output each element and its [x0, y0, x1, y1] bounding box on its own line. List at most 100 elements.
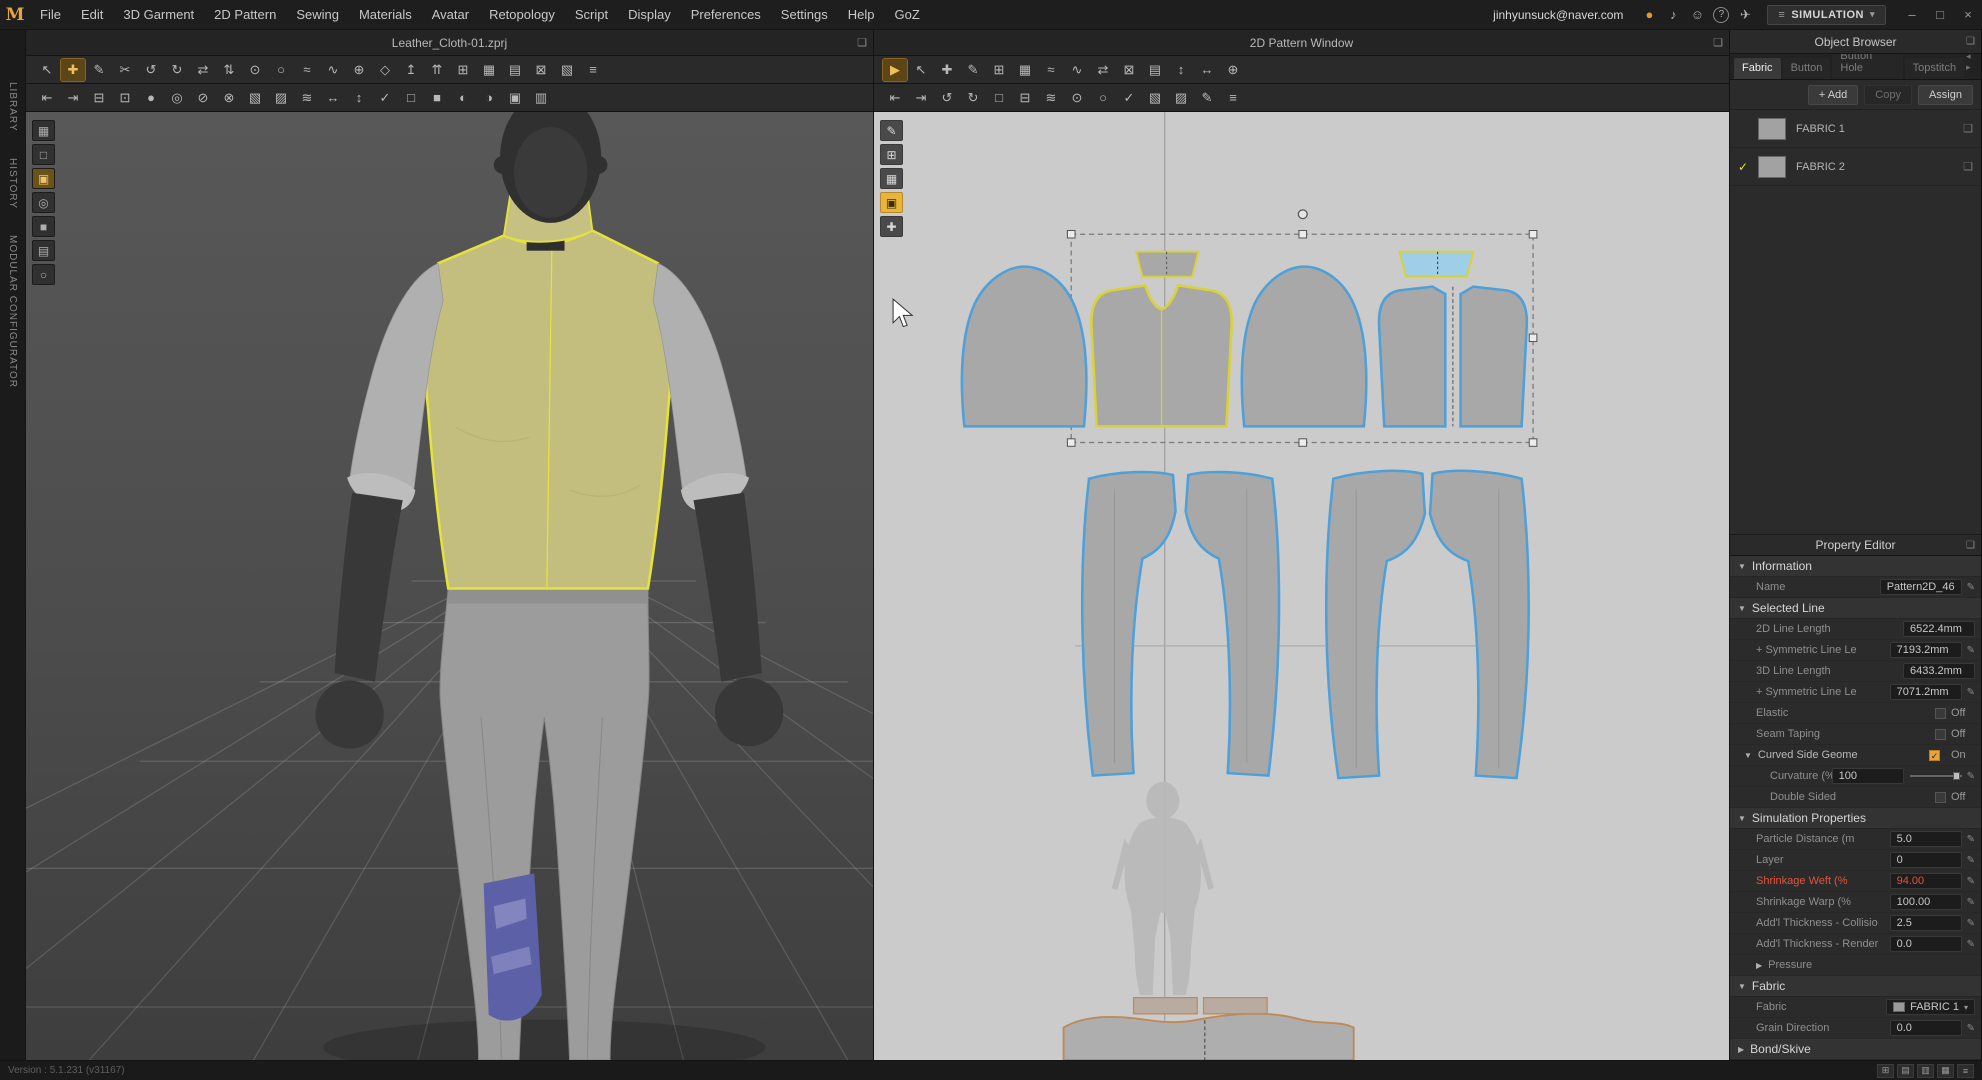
- section-header-information[interactable]: ▼Information: [1730, 556, 1981, 577]
- pin-icon[interactable]: ⊙: [243, 59, 267, 81]
- layout-list-icon[interactable]: ≡: [1957, 1064, 1974, 1078]
- property-value[interactable]: 6433.2mm: [1903, 663, 1975, 679]
- property-value[interactable]: 0: [1890, 852, 1962, 868]
- show-light-icon[interactable]: ○: [32, 264, 55, 285]
- pattern-piece-waistband-left[interactable]: [1134, 998, 1198, 1014]
- vertical-measure-icon[interactable]: ↕: [1169, 59, 1193, 81]
- erase-sewing-icon[interactable]: ⊠: [1117, 59, 1141, 81]
- frame-icon[interactable]: □: [399, 87, 423, 109]
- select-tool-icon[interactable]: ↖: [35, 59, 59, 81]
- edit-pencil-icon[interactable]: ✎: [1967, 1023, 1975, 1034]
- rectangle-icon[interactable]: ▦: [1013, 59, 1037, 81]
- show-pattern-icon[interactable]: ▦: [880, 168, 903, 189]
- layout-quad-icon[interactable]: ▦: [1937, 1064, 1954, 1078]
- layout-grid-icon[interactable]: ⊞: [1877, 1064, 1894, 1078]
- side-tab-modular-configurator[interactable]: MODULAR CONFIGURATOR: [7, 235, 18, 388]
- show-grid-2d-icon[interactable]: ⊞: [880, 144, 903, 165]
- side-tab-history[interactable]: HISTORY: [7, 158, 18, 209]
- slider-handle[interactable]: [1953, 772, 1960, 780]
- property-input[interactable]: Pattern2D_46: [1880, 579, 1962, 595]
- popout-icon[interactable]: ❏: [1713, 36, 1723, 49]
- board-icon[interactable]: ▣: [503, 87, 527, 109]
- property-value[interactable]: 94.00: [1890, 873, 1962, 889]
- tack-icon[interactable]: ⊕: [347, 59, 371, 81]
- dot-box-icon[interactable]: ⊡: [113, 87, 137, 109]
- menu-retopology[interactable]: Retopology: [479, 7, 565, 22]
- checkbox-off-icon[interactable]: [1935, 729, 1946, 740]
- rotate-cw-icon[interactable]: ↻: [165, 59, 189, 81]
- lift-garment-icon[interactable]: ↥: [399, 59, 423, 81]
- menu-help[interactable]: Help: [838, 7, 885, 22]
- panel-icon[interactable]: ▥: [529, 87, 553, 109]
- minimize-button[interactable]: –: [1898, 0, 1926, 30]
- checkbox-on-icon[interactable]: ✓: [1929, 750, 1940, 761]
- swap-sewing-icon[interactable]: ⇄: [1091, 59, 1115, 81]
- checkbox-off-icon[interactable]: [1935, 792, 1946, 803]
- menu-2d-pattern[interactable]: 2D Pattern: [204, 7, 286, 22]
- half-left-icon[interactable]: ◐: [451, 87, 475, 109]
- section-header-bond-skive[interactable]: ▶Bond/Skive: [1730, 1039, 1981, 1060]
- edit-pencil-icon[interactable]: ✎: [1967, 687, 1975, 698]
- triangle-icon[interactable]: ▶: [1756, 961, 1762, 970]
- horizontal-measure-icon[interactable]: ↔: [1195, 59, 1219, 81]
- property-value[interactable]: 100: [1832, 768, 1904, 784]
- share-icon[interactable]: ✈: [1733, 5, 1757, 25]
- section-header-selected-line[interactable]: ▼Selected Line: [1730, 598, 1981, 619]
- popout-icon[interactable]: ❏: [1966, 36, 1975, 47]
- loop-icon[interactable]: ○: [1091, 87, 1115, 109]
- move-tool-icon[interactable]: ✚: [61, 59, 85, 81]
- edit-pencil-icon[interactable]: ✎: [1967, 939, 1975, 950]
- pattern-piece-collar-right[interactable]: [1399, 252, 1473, 277]
- edit-pencil-icon[interactable]: ✎: [1967, 876, 1975, 887]
- section-header-fabric[interactable]: ▼Fabric: [1730, 976, 1981, 997]
- stretch-v-icon[interactable]: ↕: [347, 87, 371, 109]
- fabric-link-icon[interactable]: ❏: [1963, 160, 1973, 173]
- flip-horizontal-icon[interactable]: ⇄: [191, 59, 215, 81]
- show-mesh-icon[interactable]: ▤: [32, 240, 55, 261]
- edit-pencil-icon[interactable]: ✎: [1967, 897, 1975, 908]
- menu-sewing[interactable]: Sewing: [286, 7, 349, 22]
- fabric-dropdown[interactable]: FABRIC 1▾: [1886, 999, 1975, 1015]
- show-fabric-icon[interactable]: ▣: [880, 192, 903, 213]
- simulation-mode-button[interactable]: ≡ SIMULATION ▾: [1767, 5, 1886, 25]
- fabric-row-fabric-1[interactable]: FABRIC 1❏: [1730, 110, 1981, 148]
- pan-pattern-icon[interactable]: ⇤: [883, 87, 907, 109]
- edit-pencil-icon[interactable]: ✎: [1967, 582, 1975, 593]
- menu-script[interactable]: Script: [565, 7, 618, 22]
- pattern-piece-collar-left[interactable]: [1136, 252, 1198, 277]
- pattern-piece-waistband-right[interactable]: [1204, 998, 1268, 1014]
- rect-tool-icon[interactable]: □: [987, 87, 1011, 109]
- sound-icon[interactable]: ♪: [1661, 5, 1685, 25]
- transform-pattern-icon[interactable]: ▶: [883, 59, 907, 81]
- free-sewing-2d-icon[interactable]: ∿: [1065, 59, 1089, 81]
- property-value[interactable]: 2.5: [1890, 915, 1962, 931]
- bounding-box-icon[interactable]: ⊠: [529, 59, 553, 81]
- elastic-2d-icon[interactable]: ≋: [1039, 87, 1063, 109]
- align-icon[interactable]: ≡: [581, 59, 605, 81]
- edit-pattern-icon[interactable]: ↖: [909, 59, 933, 81]
- viewport-3d[interactable]: ▦□▣◎■▤○: [26, 112, 873, 1060]
- menu-edit[interactable]: Edit: [71, 7, 113, 22]
- menu-3d-garment[interactable]: 3D Garment: [113, 7, 204, 22]
- menu-preferences[interactable]: Preferences: [681, 7, 771, 22]
- flip-vertical-icon[interactable]: ⇅: [217, 59, 241, 81]
- add-button[interactable]: + Add: [1808, 85, 1858, 105]
- merge-icon[interactable]: ⊗: [217, 87, 241, 109]
- tab-scroll-arrows[interactable]: ◂ ▸: [1966, 51, 1977, 79]
- pattern-2d-canvas[interactable]: ✎⊞▦▣✚: [874, 112, 1729, 1060]
- solid-icon[interactable]: ■: [425, 87, 449, 109]
- edit-curvature-icon[interactable]: ✎: [961, 59, 985, 81]
- tab-topstitch[interactable]: Topstitch: [1905, 58, 1964, 79]
- rotate-cw-2d-icon[interactable]: ↻: [961, 87, 985, 109]
- pattern-piece-yoke[interactable]: [1064, 1014, 1354, 1060]
- hatch-a-icon[interactable]: ▧: [243, 87, 267, 109]
- menu-goz[interactable]: GoZ: [885, 7, 930, 22]
- account-email[interactable]: jinhyunsuck@naver.com: [1493, 8, 1623, 22]
- sewing-dot-icon[interactable]: ●: [139, 87, 163, 109]
- subsection-curved-side-geome[interactable]: ▼Curved Side Geome✓On: [1730, 745, 1981, 766]
- stretch-h-icon[interactable]: ↔: [321, 87, 345, 109]
- mesh-grid-icon[interactable]: ▦: [477, 59, 501, 81]
- close-button[interactable]: ×: [1954, 0, 1982, 30]
- rotate-ccw-2d-icon[interactable]: ↺: [935, 87, 959, 109]
- property-value[interactable]: 7071.2mm: [1890, 684, 1962, 700]
